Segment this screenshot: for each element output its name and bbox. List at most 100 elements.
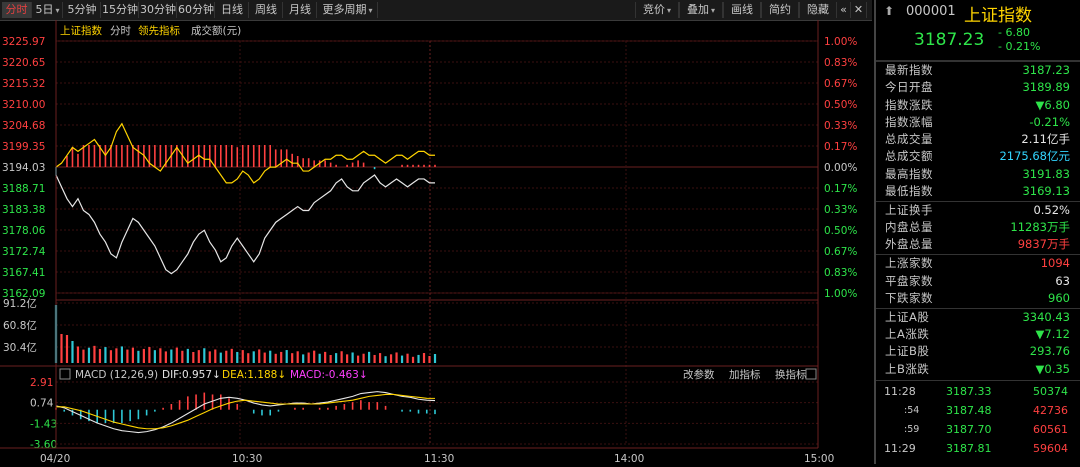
macd-collapse-icon[interactable]: [59, 368, 71, 380]
quote-row-label: 上证B股: [885, 344, 930, 359]
quote-row-label: 最低指数: [885, 184, 933, 199]
quote-block-main: 最新指数 3187.23 今日开盘 3189.89 指数涨跌 ▼6.80 指数涨幅 -0.21…: [876, 61, 1080, 200]
legend-leading: 领先指标: [138, 24, 180, 37]
quote-row: 上证B股 293.76: [876, 343, 1080, 360]
current-price: 3187.23: [914, 30, 985, 50]
macd-close-icon[interactable]: [805, 368, 817, 380]
quote-row-value: ▼0.35: [1035, 361, 1070, 376]
price-tick-label: 3183.38: [2, 204, 45, 216]
macd-dea: DEA:1.188↓: [222, 369, 286, 381]
quote-header: ⬆ 000001 上证指数 3187.23 - 6.80 - 0.21%: [876, 0, 1080, 61]
tick-row: :59 3187.70 60561: [876, 420, 1080, 440]
price-tick-label: 3172.74: [2, 246, 46, 258]
quote-row-label: 平盘家数: [885, 273, 933, 288]
pct-tick-label: 0.17%: [824, 141, 857, 153]
quote-row: 上证A股 3340.43: [876, 309, 1080, 326]
macd-tick-label: -3.60: [30, 439, 57, 451]
quote-row: 平盘家数 63: [876, 273, 1080, 290]
macd-value: MACD:-0.463↓: [290, 369, 368, 381]
price-tick-label: 3178.06: [2, 225, 46, 237]
chevron-down-icon: ▾: [368, 6, 373, 15]
macd-btn-2[interactable]: 换指标: [775, 368, 807, 381]
tab-8[interactable]: 月线: [284, 2, 317, 18]
tool-tab-4[interactable]: 隐藏: [799, 2, 837, 18]
intraday-chart[interactable]: 3225.97 1.00% 3220.65 0.83% 3215.32 0.67% 3210…: [0, 20, 872, 465]
tick-volume: 60561: [1033, 423, 1068, 437]
quote-row: 上证换手 0.52%: [876, 202, 1080, 219]
time-tick-label: 04/20: [40, 453, 70, 464]
tab-2[interactable]: 5分钟: [64, 2, 101, 18]
quote-block-turnover: 上证换手 0.52% 内盘总量 11283万手 外盘总量 9837万手: [876, 200, 1080, 254]
collapse-icon[interactable]: «: [837, 2, 851, 18]
quote-row: 最低指数 3169.13: [876, 183, 1080, 200]
quote-row-label: 总成交额: [885, 149, 933, 164]
tab-6[interactable]: 日线: [216, 2, 249, 18]
quote-row-value: 960: [1048, 290, 1070, 305]
tab-0[interactable]: 分时: [2, 2, 32, 18]
quote-row-label: 最高指数: [885, 166, 933, 181]
tick-price: 3187.48: [946, 404, 992, 418]
quote-row-value: 293.76: [1029, 344, 1070, 359]
macd-tick-label: 0.74: [30, 398, 54, 410]
quote-row-label: 外盘总量: [885, 237, 933, 252]
tick-price: 3187.81: [946, 442, 992, 456]
time-tick-label: 14:00: [614, 453, 644, 464]
quote-row-value: 3191.83: [1022, 166, 1070, 181]
pct-tick-label: 0.67%: [824, 78, 857, 90]
quote-row-label: 上证换手: [885, 202, 933, 217]
price-change: - 6.80: [998, 26, 1030, 39]
macd-title: MACD (12,26,9): [75, 369, 158, 381]
quote-row-value: 11283万手: [1010, 220, 1070, 235]
quote-panel: ⬆ 000001 上证指数 3187.23 - 6.80 - 0.21% 最新指…: [874, 0, 1080, 464]
tool-tab-2[interactable]: 画线: [723, 2, 761, 18]
tab-3[interactable]: 15分钟: [102, 2, 139, 18]
macd-btn-0[interactable]: 改参数: [683, 368, 715, 381]
quote-row: 上涨家数 1094: [876, 255, 1080, 272]
price-tick-label: 3210.00: [2, 99, 45, 111]
tab-7[interactable]: 周线: [250, 2, 283, 18]
price-tick-label: 3215.32: [2, 78, 45, 90]
chevron-down-icon: ▾: [666, 6, 671, 15]
time-tick-label: 15:00: [804, 453, 834, 464]
tool-tab-1[interactable]: 叠加 ▾: [679, 2, 723, 18]
time-tick-label: 11:30: [424, 453, 454, 464]
legend-mode: 分时: [110, 25, 131, 37]
leading-line: [55, 122, 435, 184]
price-change-pct: - 0.21%: [998, 40, 1041, 53]
quote-row-value: 63: [1055, 273, 1070, 288]
pct-tick-label: 0.83%: [824, 57, 857, 69]
tool-tab-0[interactable]: 竞价 ▾: [635, 2, 679, 18]
tab-1[interactable]: 5日 ▾: [33, 2, 63, 18]
quote-row-label: 最新指数: [885, 63, 933, 77]
quote-row: 最高指数 3191.83: [876, 166, 1080, 183]
pct-tick-label: 0.00%: [824, 162, 857, 174]
tab-9[interactable]: 更多周期 ▾: [318, 2, 378, 18]
expand-arrow-icon[interactable]: ⬆: [884, 4, 894, 18]
price-tick-label: 3225.97: [2, 36, 45, 48]
stock-name: 上证指数: [964, 6, 1032, 26]
chart-area[interactable]: 3225.97 1.00% 3220.65 0.83% 3215.32 0.67% 3210…: [0, 20, 872, 465]
chevron-down-icon: ▾: [710, 6, 715, 15]
pct-tick-label: 0.17%: [824, 183, 857, 195]
quote-row-value: -0.21%: [1029, 114, 1070, 129]
macd-btn-1[interactable]: 加指标: [729, 368, 761, 381]
tool-tab-3[interactable]: 简约: [761, 2, 799, 18]
tab-4[interactable]: 30分钟: [140, 2, 177, 18]
quote-row: 总成交额 2175.68亿元: [876, 148, 1080, 165]
pct-tick-label: 0.67%: [824, 246, 857, 258]
tick-time: :54: [904, 405, 920, 417]
quote-row-value: 9837万手: [1017, 237, 1070, 252]
tick-row: 11:29 3187.81 59604: [876, 439, 1080, 459]
quote-row: 上A涨跌 ▼7.12: [876, 326, 1080, 343]
tick-volume: 59604: [1033, 442, 1068, 456]
quote-row-label: 总成交量: [885, 132, 933, 147]
time-tick-label: 10:30: [232, 453, 262, 464]
tick-price: 3187.70: [946, 423, 992, 437]
quote-row: 上B涨跌 ▼0.35: [876, 361, 1080, 378]
dif-line: [55, 391, 436, 434]
pct-tick-label: 0.50%: [824, 99, 857, 111]
tab-5[interactable]: 60分钟: [178, 2, 215, 18]
tick-time: 11:28: [884, 385, 916, 399]
close-icon[interactable]: ✕: [851, 2, 867, 18]
quote-row: 指数涨跌 ▼6.80: [876, 97, 1080, 114]
